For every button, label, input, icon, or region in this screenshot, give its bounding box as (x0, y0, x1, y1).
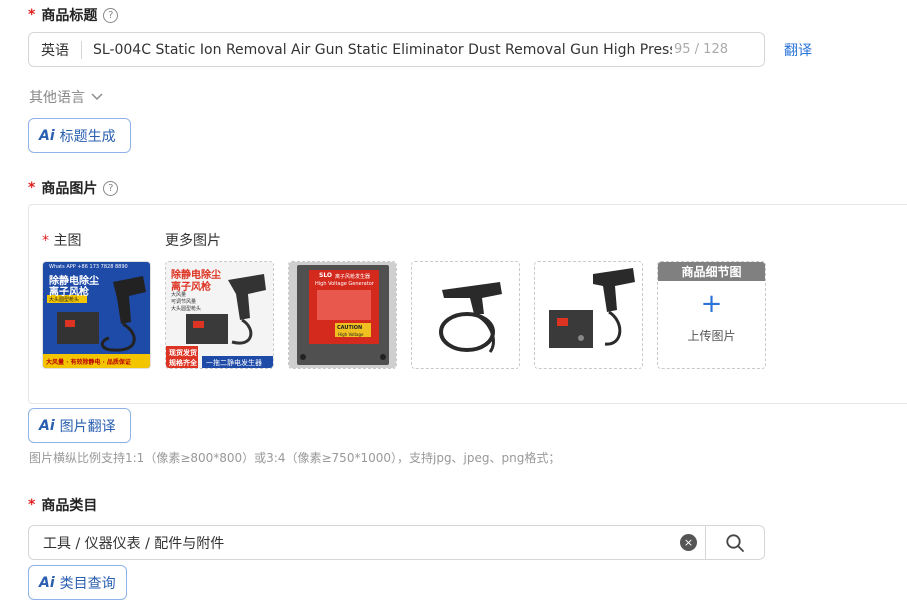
thumb-bottom: 一拖二静电发生器 (206, 359, 262, 367)
category-label: 商品类目 (41, 498, 98, 514)
title-input[interactable]: 英语 SL-004C Static Ion Removal Air Gun St… (28, 32, 765, 67)
detail-image-upload[interactable]: 商品细节图 + 上传图片 (657, 261, 766, 369)
other-languages-label: 其他语言 (29, 90, 85, 106)
more-image-thumb-3[interactable] (411, 261, 520, 369)
title-generate-button[interactable]: Ai 标题生成 (28, 118, 131, 153)
char-counter: 95 / 128 (674, 42, 728, 57)
category-query-label: 类目查询 (59, 575, 116, 592)
product-image (535, 262, 642, 368)
main-image-thumb[interactable]: Whats APP +86 173 7828 8890 除静电除尘 离子风枪 大… (42, 261, 151, 369)
required-mark: * (28, 497, 36, 513)
detail-header: 商品细节图 (658, 262, 765, 281)
title-generate-label: 标题生成 (59, 128, 116, 145)
thumb-tag1: 现货发货 (169, 349, 197, 357)
thumb-line: 大风量 (171, 292, 187, 298)
more-images-label: 更多图片 (165, 233, 221, 249)
thumb-caution: CAUTION (337, 325, 363, 331)
more-image-thumb-4[interactable] (534, 261, 643, 369)
upload-label: 上传图片 (687, 329, 736, 343)
category-query-button[interactable]: Ai 类目查询 (28, 565, 127, 600)
thumb-line: 大头圆型枪头 (171, 306, 202, 312)
thumb-label2: High Voltage Generator (315, 281, 374, 287)
more-image-thumb-1[interactable]: 除静电除尘 离子风枪 大风量 可调节风量 大头圆型枪头 现货发货 规格齐全 一拖… (165, 261, 274, 369)
thumb-tag2: 规格齐全 (169, 359, 197, 367)
title-section-header: * 商品标题 ? (28, 5, 119, 25)
required-mark: * (28, 180, 36, 196)
title-value[interactable]: SL-004C Static Ion Removal Air Gun Stati… (82, 42, 672, 58)
ai-icon: Ai (39, 574, 55, 591)
chevron-down-icon (91, 93, 103, 100)
ai-icon: Ai (39, 127, 55, 144)
image-translate-button[interactable]: Ai 图片翻译 (28, 408, 131, 443)
other-languages-toggle[interactable]: 其他语言 (29, 87, 103, 107)
thumb-line: 可调节风量 (171, 299, 197, 305)
image-label: 商品图片 (41, 181, 98, 197)
help-icon[interactable]: ? (103, 180, 119, 196)
thumb-bottom: 大风量 · 有效除静电 · 品质保证 (46, 359, 131, 366)
thumb-caution-sub: High Voltage (338, 332, 364, 337)
thumb-brand: SLO (319, 272, 333, 279)
ai-icon: Ai (39, 417, 55, 434)
category-input[interactable]: 工具 / 仪器仪表 / 配件与附件 × (28, 525, 765, 560)
required-mark: * (42, 233, 49, 249)
image-section-header: * 商品图片 ? (28, 178, 119, 198)
thumb-contact: Whats APP +86 173 7828 8890 (49, 264, 128, 270)
clear-icon[interactable]: × (680, 534, 697, 551)
search-button[interactable] (705, 526, 764, 559)
title-label: 商品标题 (41, 8, 98, 24)
required-mark: * (28, 7, 36, 23)
thumb-label1: 离子风枪发生器 (335, 274, 371, 280)
search-icon (726, 533, 744, 552)
translate-link[interactable]: 翻译 (784, 40, 812, 60)
main-image-text: 主图 (53, 233, 82, 249)
help-icon[interactable]: ? (103, 7, 119, 23)
plus-icon: + (700, 289, 723, 319)
product-image (412, 262, 519, 368)
image-format-note: 图片横纵比例支持1:1（像素≥800*800）或3:4（像素≥750*1000）… (29, 451, 561, 465)
more-image-thumb-2[interactable]: SLO 离子风枪发生器 High Voltage Generator CAUTI… (288, 261, 397, 369)
language-label: 英语 (41, 42, 69, 59)
thumb-badge: 大头圆型枪头 (49, 297, 80, 303)
category-section-header: * 商品类目 (28, 495, 97, 515)
main-image-label: * 主图 (42, 230, 81, 250)
category-value[interactable]: 工具 / 仪器仪表 / 配件与附件 (29, 533, 680, 553)
image-translate-label: 图片翻译 (59, 418, 116, 435)
